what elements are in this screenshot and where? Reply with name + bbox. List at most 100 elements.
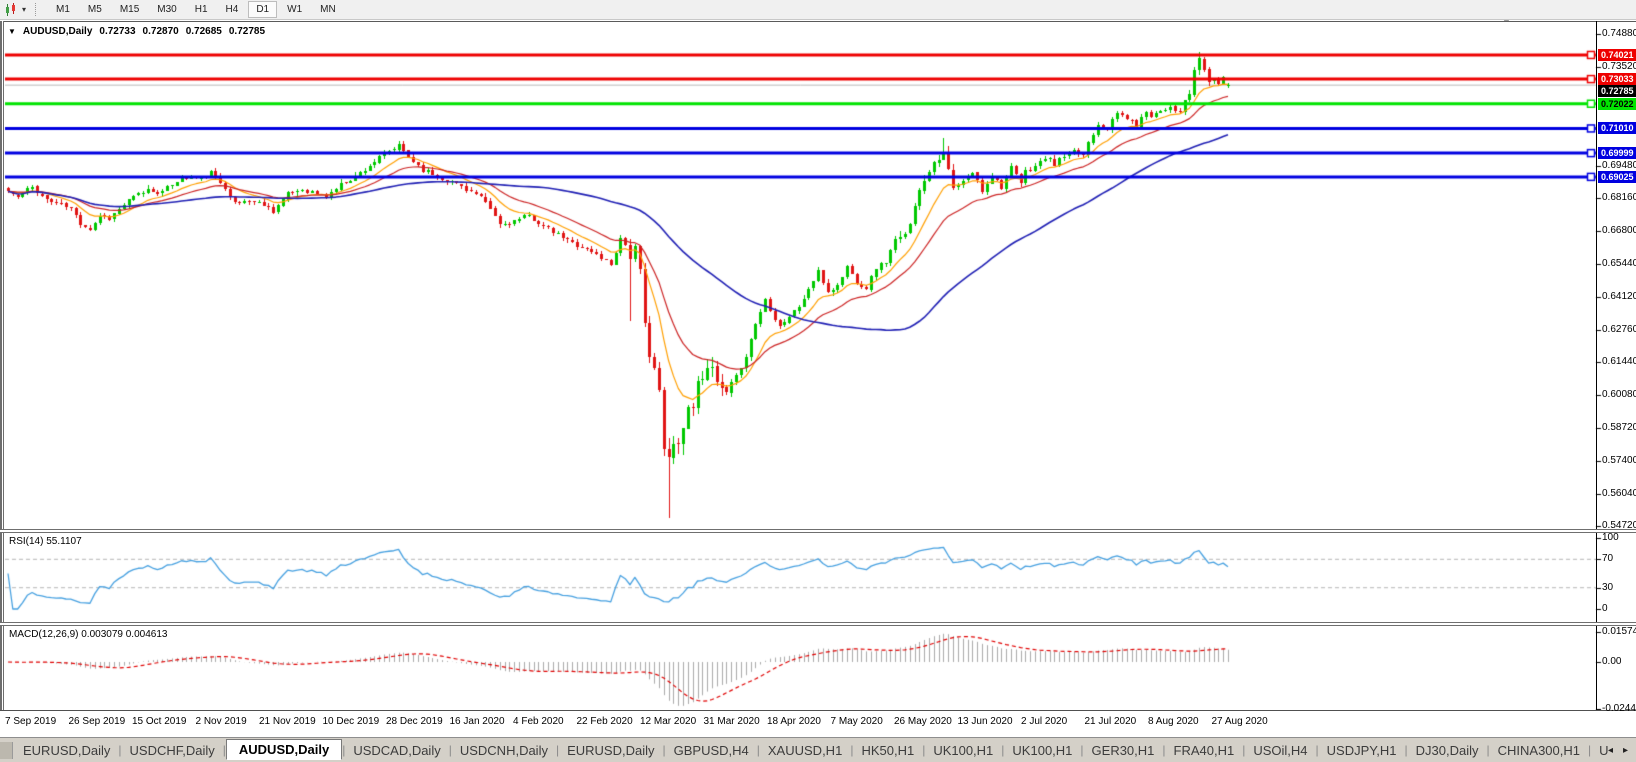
tab-usdcnh-daily[interactable]: USDCNH,Daily xyxy=(452,740,556,761)
level-price-tag: 0.73033 xyxy=(1598,73,1636,86)
chart-tab-bar: EURUSD,Daily | USDCHF,Daily | AUDUSD,Daily | U… xyxy=(0,737,1636,762)
level-price-tag: 0.71010 xyxy=(1598,122,1636,135)
rsi-indicator-label: RSI(14) 55.1107 xyxy=(9,536,82,547)
price-tick-label: 0.73520 xyxy=(1602,61,1636,73)
date-label: 15 Oct 2019 xyxy=(132,716,187,727)
price-axis-line xyxy=(1596,21,1597,710)
date-label: 16 Jan 2020 xyxy=(449,716,505,727)
tab-bar-left-notch xyxy=(0,741,13,759)
current-price-tag: 0.72785 xyxy=(1598,85,1636,98)
rsi-tick-label: 30 xyxy=(1602,581,1614,593)
date-label: 21 Jul 2020 xyxy=(1084,716,1137,727)
price-chart-canvas[interactable] xyxy=(0,0,1636,762)
timeframe-button-w1[interactable]: W1 xyxy=(279,1,310,18)
price-tick-label: 0.69480 xyxy=(1602,159,1636,171)
date-label: 2 Jul 2020 xyxy=(1021,716,1068,727)
level-price-tag: 0.69999 xyxy=(1598,147,1636,160)
date-label: 4 Feb 2020 xyxy=(513,716,564,727)
macd-tick-label: 0.00 xyxy=(1602,656,1622,667)
price-tick-label: 0.74880 xyxy=(1602,28,1636,39)
date-label: 8 Aug 2020 xyxy=(1148,716,1199,727)
price-tick-label: 0.60080 xyxy=(1602,389,1636,401)
timeframe-button-h1[interactable]: H1 xyxy=(187,1,216,18)
rsi-tick-label: 70 xyxy=(1602,553,1614,565)
tab-hk50-h1[interactable]: HK50,H1 xyxy=(853,740,922,761)
chart-window-top-border xyxy=(0,21,1636,22)
date-label: 12 Mar 2020 xyxy=(640,716,697,727)
tab-uk100-h1[interactable]: UK100,H1 xyxy=(925,740,1001,761)
price-tick-label: 0.68160 xyxy=(1602,192,1636,203)
tab-usoil-h4[interactable]: USOil,H4 xyxy=(1245,740,1315,761)
price-tick-label: 0.61440 xyxy=(1602,356,1636,367)
price-tick-label: 0.57400 xyxy=(1602,454,1636,466)
chart-title-caret-icon[interactable]: ▼ xyxy=(8,27,16,36)
chart-type-dropdown-caret[interactable]: ▾ xyxy=(22,5,26,14)
tab-scroll-left-icon[interactable]: ◂ xyxy=(1608,745,1613,756)
chart-window-left-border xyxy=(0,21,4,737)
rsi-panel-splitter[interactable] xyxy=(0,529,1636,533)
timeframe-button-m1[interactable]: M1 xyxy=(48,1,78,18)
date-label: 27 Aug 2020 xyxy=(1211,716,1268,727)
tab-china300-h1[interactable]: CHINA300,H1 xyxy=(1490,740,1588,761)
date-label: 26 Sep 2019 xyxy=(68,716,126,727)
tab-fra40-h1[interactable]: FRA40,H1 xyxy=(1166,740,1243,761)
tab-uk100-h1[interactable]: UK100,H1 xyxy=(1004,740,1080,761)
candlestick-chart-icon[interactable] xyxy=(4,2,20,17)
date-label: 7 May 2020 xyxy=(830,716,883,727)
time-axis: 7 Sep 2019 26 Sep 2019 15 Oct 2019 2 Nov 20… xyxy=(0,711,1636,737)
tab-eurusd-daily[interactable]: EURUSD,Daily xyxy=(15,740,118,761)
open-value: 0.72733 xyxy=(99,26,136,37)
price-tick-label: 0.66800 xyxy=(1602,225,1636,237)
toolbar: ▾ M1 M5 M15 M30 H1 H4 D1 W1 MN xyxy=(0,0,1636,20)
price-tick-label: 0.64120 xyxy=(1602,290,1636,302)
date-label: 13 Jun 2020 xyxy=(957,716,1013,727)
timeframe-buttons: M1 M5 M15 M30 H1 H4 D1 W1 MN xyxy=(47,1,345,18)
tab-scroll-arrows: ◂ ▸ xyxy=(1608,745,1628,756)
tab-scroll-right-icon[interactable]: ▸ xyxy=(1623,745,1628,756)
date-label: 26 May 2020 xyxy=(894,716,952,727)
price-tick-label: 0.58720 xyxy=(1602,422,1636,434)
date-label: 28 Dec 2019 xyxy=(386,716,443,727)
date-label: 18 Apr 2020 xyxy=(767,716,821,727)
tab-usoil-h1[interactable]: USOil,H1 xyxy=(1591,740,1608,761)
symbol-timeframe-label: AUDUSD,Daily xyxy=(22,26,93,37)
high-value: 0.72870 xyxy=(142,26,179,37)
price-tick-label: 0.54720 xyxy=(1602,520,1636,531)
timeframe-button-m30[interactable]: M30 xyxy=(149,1,184,18)
low-value: 0.72685 xyxy=(185,26,222,37)
tab-gbpusd-h4[interactable]: GBPUSD,H4 xyxy=(666,740,757,761)
date-label: 31 Mar 2020 xyxy=(703,716,760,727)
tab-usdjpy-h1[interactable]: USDJPY,H1 xyxy=(1319,740,1405,761)
price-tick-label: 0.65440 xyxy=(1602,258,1636,270)
date-label: 22 Feb 2020 xyxy=(576,716,633,727)
macd-panel-splitter[interactable] xyxy=(0,622,1636,626)
timeframe-button-mn[interactable]: MN xyxy=(312,1,344,18)
tab-ger30-h1[interactable]: GER30,H1 xyxy=(1084,740,1163,761)
tab-usdchf-daily[interactable]: USDCHF,Daily xyxy=(122,740,223,761)
chart-tabs: EURUSD,Daily | USDCHF,Daily | AUDUSD,Daily | U… xyxy=(15,738,1608,762)
macd-indicator-label: MACD(12,26,9) 0.003079 0.004613 xyxy=(9,629,168,640)
price-tick-label: 0.56040 xyxy=(1602,487,1636,499)
timeframe-button-m15[interactable]: M15 xyxy=(112,1,147,18)
level-price-tag: 0.72022 xyxy=(1598,97,1636,110)
tab-usdcad-daily[interactable]: USDCAD,Daily xyxy=(345,740,448,761)
rsi-tick-label: 0 xyxy=(1602,603,1608,614)
close-value: 0.72785 xyxy=(228,26,266,37)
tab-dj30-daily[interactable]: DJ30,Daily xyxy=(1408,740,1487,761)
toolbar-separator xyxy=(35,3,37,16)
timeframe-button-d1[interactable]: D1 xyxy=(248,1,278,18)
timeframe-button-h4[interactable]: H4 xyxy=(218,1,247,18)
date-label: 21 Nov 2019 xyxy=(259,716,316,727)
level-price-tag: 0.69025 xyxy=(1598,170,1636,183)
mt4-trading-terminal: { "toolbar": { "timeframes": [ {"label":… xyxy=(0,0,1636,762)
chart-title: ▼ AUDUSD,Daily 0.72733 0.72870 0.72685 0… xyxy=(8,26,272,37)
level-price-tag: 0.74021 xyxy=(1598,48,1636,61)
date-label: 10 Dec 2019 xyxy=(322,716,380,727)
date-label: 2 Nov 2019 xyxy=(195,716,247,727)
tab-audusd-daily[interactable]: AUDUSD,Daily xyxy=(225,738,343,760)
timeframe-button-m5[interactable]: M5 xyxy=(80,1,110,18)
tab-eurusd-daily[interactable]: EURUSD,Daily xyxy=(559,740,662,761)
macd-tick-label: 0.01574 xyxy=(1602,625,1636,637)
tab-xauusd-h1[interactable]: XAUUSD,H1 xyxy=(760,740,850,761)
rsi-tick-label: 100 xyxy=(1602,532,1619,543)
